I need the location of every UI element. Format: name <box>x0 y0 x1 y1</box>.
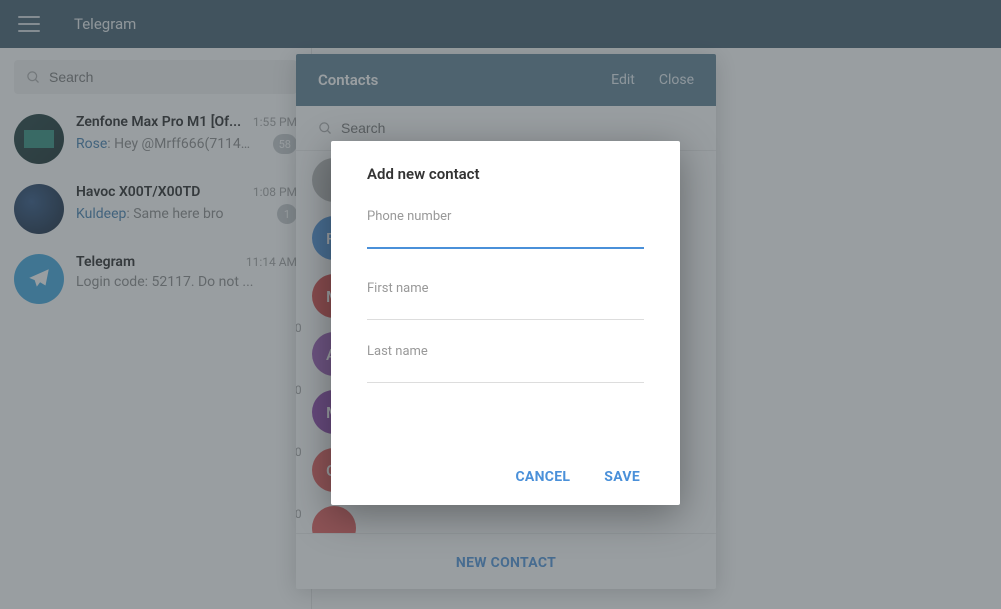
first-name-field-group: First name <box>367 289 644 320</box>
phone-label: Phone number <box>367 209 451 224</box>
cancel-button[interactable]: CANCEL <box>515 469 570 485</box>
last-name-field-group: Last name <box>367 352 644 383</box>
modal-actions: CANCEL SAVE <box>367 469 644 485</box>
last-name-label: Last name <box>367 344 428 359</box>
modal-title: Add new contact <box>367 165 644 183</box>
save-button[interactable]: SAVE <box>604 469 640 485</box>
phone-field-group: Phone number <box>367 217 644 249</box>
add-contact-modal: Add new contact Phone number First name … <box>331 141 680 505</box>
first-name-label: First name <box>367 281 428 296</box>
